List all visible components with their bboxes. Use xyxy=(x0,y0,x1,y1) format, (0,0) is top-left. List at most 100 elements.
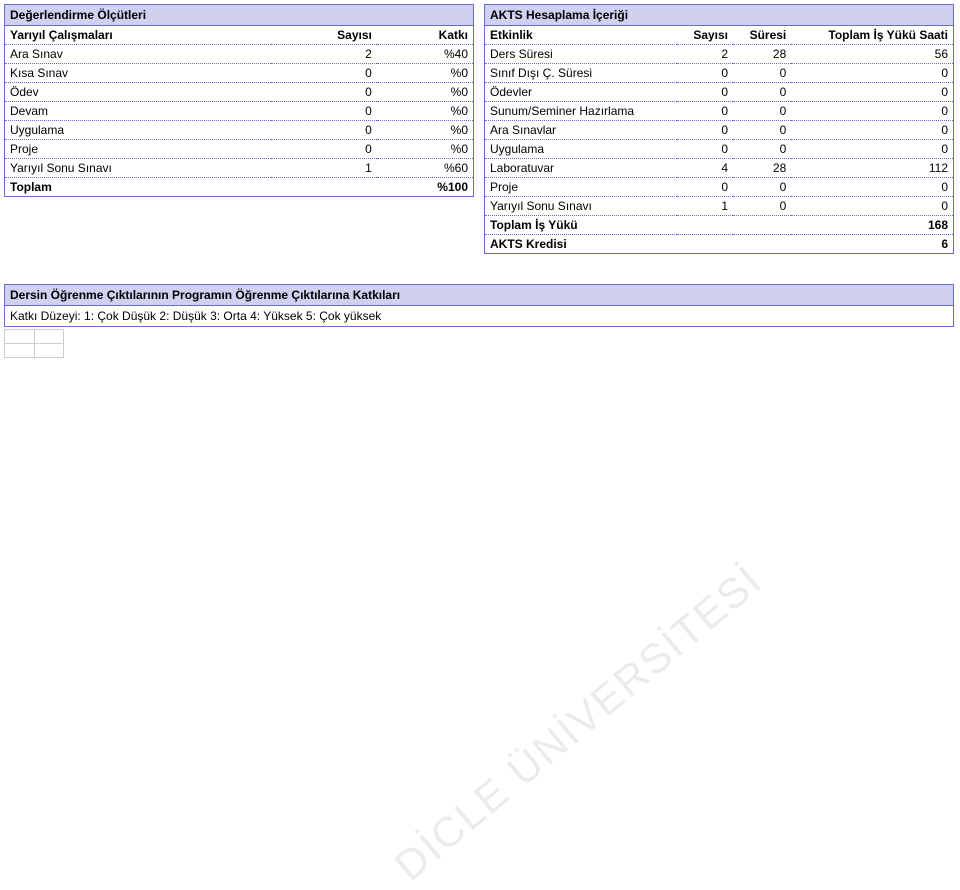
contribution-level-legend: Katkı Düzeyi: 1: Çok Düşük 2: Düşük 3: O… xyxy=(10,309,381,323)
cell-name: Ara Sınavlar xyxy=(485,121,677,140)
cell-name: Ödevler xyxy=(485,83,677,102)
cell-count: 0 xyxy=(271,64,377,83)
cell-name: Sınıf Dışı Ç. Süresi xyxy=(485,64,677,83)
contribution-mini-grid xyxy=(4,329,64,358)
table-row: Uygulama 0 0 0 xyxy=(485,140,953,159)
cell-weight: %0 xyxy=(377,121,473,140)
cell-name: Sunum/Seminer Hazırlama xyxy=(485,102,677,121)
col-count: Sayısı xyxy=(677,26,733,45)
cell-count: 0 xyxy=(271,83,377,102)
cell-weight: %0 xyxy=(377,102,473,121)
table-row: Ödev 0 %0 xyxy=(5,83,473,102)
table-row: Yarıyıl Sonu Sınavı 1 0 0 xyxy=(485,197,953,216)
grid-cell xyxy=(34,330,64,344)
cell-count: 4 xyxy=(677,159,733,178)
table-row: Yarıyıl Sonu Sınavı 1 %60 xyxy=(5,159,473,178)
cell-name: Ders Süresi xyxy=(485,45,677,64)
table-row: Proje 0 %0 xyxy=(5,140,473,159)
table-row: Laboratuvar 4 28 112 xyxy=(485,159,953,178)
table-row: Ara Sınavlar 0 0 0 xyxy=(485,121,953,140)
col-total-hours: Toplam İş Yükü Saati xyxy=(791,26,953,45)
cell-weight: %0 xyxy=(377,83,473,102)
table-header-row: Etkinlik Sayısı Süresi Toplam İş Yükü Sa… xyxy=(485,26,953,45)
cell-count: 1 xyxy=(677,197,733,216)
table-row: Sınıf Dışı Ç. Süresi 0 0 0 xyxy=(485,64,953,83)
table-total-workload-row: Toplam İş Yükü 168 xyxy=(485,216,953,235)
cell-name: Yarıyıl Sonu Sınavı xyxy=(5,159,271,178)
cell-total-weight: %100 xyxy=(377,178,473,197)
grid-cell xyxy=(5,344,35,358)
cell-total: 0 xyxy=(791,121,953,140)
table-header-row: Yarıyıl Çalışmaları Sayısı Katkı xyxy=(5,26,473,45)
cell-weight: %60 xyxy=(377,159,473,178)
cell-dur: 0 xyxy=(733,121,791,140)
cell-name: Laboratuvar xyxy=(485,159,677,178)
col-activity: Etkinlik xyxy=(485,26,677,45)
evaluation-criteria-panel: Değerlendirme Ölçütleri Yarıyıl Çalışmal… xyxy=(4,4,474,197)
cell-total-label: Toplam xyxy=(5,178,271,197)
cell-dur: 0 xyxy=(733,140,791,159)
cell-name: Proje xyxy=(485,178,677,197)
cell-weight: %40 xyxy=(377,45,473,64)
cell-name: Uygulama xyxy=(5,121,271,140)
cell-total: 0 xyxy=(791,64,953,83)
table-row: Devam 0 %0 xyxy=(5,102,473,121)
cell-name: Kısa Sınav xyxy=(5,64,271,83)
table-row: Kısa Sınav 0 %0 xyxy=(5,64,473,83)
cell-dur: 28 xyxy=(733,45,791,64)
cell-count: 0 xyxy=(677,102,733,121)
cell-count: 0 xyxy=(677,83,733,102)
cell-ects-credit-label: AKTS Kredisi xyxy=(485,235,791,254)
learning-outcomes-contribution-title: Dersin Öğrenme Çıktılarının Programın Öğ… xyxy=(4,284,954,306)
cell-name: Proje xyxy=(5,140,271,159)
cell-count: 0 xyxy=(677,178,733,197)
table-ects-credit-row: AKTS Kredisi 6 xyxy=(485,235,953,254)
cell-name: Ödev xyxy=(5,83,271,102)
cell-total: 0 xyxy=(791,140,953,159)
grid-cell xyxy=(5,330,35,344)
cell-count: 2 xyxy=(677,45,733,64)
table-row: Ara Sınav 2 %40 xyxy=(5,45,473,64)
cell-ects-credit-value: 6 xyxy=(791,235,953,254)
table-row: Proje 0 0 0 xyxy=(485,178,953,197)
cell-total-workload-value: 168 xyxy=(791,216,953,235)
evaluation-criteria-table: Yarıyıl Çalışmaları Sayısı Katkı Ara Sın… xyxy=(5,26,473,196)
cell-name: Devam xyxy=(5,102,271,121)
table-row: Ödevler 0 0 0 xyxy=(485,83,953,102)
table-row: Ders Süresi 2 28 56 xyxy=(485,45,953,64)
cell-count: 0 xyxy=(677,140,733,159)
cell-dur: 28 xyxy=(733,159,791,178)
cell-count: 0 xyxy=(677,64,733,83)
ects-calculation-table: Etkinlik Sayısı Süresi Toplam İş Yükü Sa… xyxy=(485,26,953,253)
cell-dur: 0 xyxy=(733,178,791,197)
grid-cell xyxy=(34,344,64,358)
cell-total: 0 xyxy=(791,197,953,216)
ects-calculation-panel: AKTS Hesaplama İçeriği Etkinlik Sayısı S… xyxy=(484,4,954,254)
cell-dur: 0 xyxy=(733,102,791,121)
cell-total: 112 xyxy=(791,159,953,178)
col-count: Sayısı xyxy=(271,26,377,45)
cell-dur: 0 xyxy=(733,83,791,102)
cell-count: 0 xyxy=(271,102,377,121)
cell-count: 1 xyxy=(271,159,377,178)
cell-name: Yarıyıl Sonu Sınavı xyxy=(485,197,677,216)
cell-total: 0 xyxy=(791,178,953,197)
table-total-row: Toplam %100 xyxy=(5,178,473,197)
cell-count: 0 xyxy=(271,121,377,140)
cell-total: 0 xyxy=(791,102,953,121)
cell-name: Uygulama xyxy=(485,140,677,159)
table-row: Uygulama 0 %0 xyxy=(5,121,473,140)
cell-name: Ara Sınav xyxy=(5,45,271,64)
cell-count: 2 xyxy=(271,45,377,64)
watermark-text: DİCLE ÜNİVERSİTESİ xyxy=(386,556,772,890)
cell-total-workload-label: Toplam İş Yükü xyxy=(485,216,791,235)
table-row: Sunum/Seminer Hazırlama 0 0 0 xyxy=(485,102,953,121)
col-contribution: Katkı xyxy=(377,26,473,45)
learning-outcomes-contribution-panel: Dersin Öğrenme Çıktılarının Programın Öğ… xyxy=(4,284,954,358)
cell-weight: %0 xyxy=(377,140,473,159)
col-activity: Yarıyıl Çalışmaları xyxy=(5,26,271,45)
ects-calculation-title: AKTS Hesaplama İçeriği xyxy=(485,5,953,26)
cell-total: 56 xyxy=(791,45,953,64)
cell-count: 0 xyxy=(677,121,733,140)
evaluation-criteria-title: Değerlendirme Ölçütleri xyxy=(5,5,473,26)
